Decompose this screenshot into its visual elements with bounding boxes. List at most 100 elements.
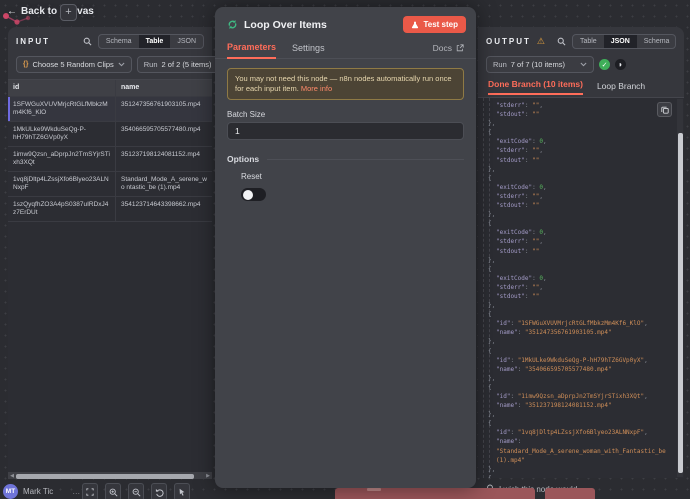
json-line: { <box>478 419 675 428</box>
table-row[interactable]: 1imw9Qzsn_aDprpJn2TmSYjrSTixh3XQt3512371… <box>8 147 212 172</box>
back-to-canvas-label: Back to canvas <box>21 6 94 17</box>
cell-name: 354123714643398662.mp4 <box>116 197 212 221</box>
json-line: }, <box>478 337 675 346</box>
success-check-icon: ✓ <box>599 59 610 70</box>
back-arrow-icon: ← <box>7 6 17 17</box>
output-panel: OUTPUT ⚠ TableJSONSchema Run 7 of 7 (10 … <box>478 27 684 478</box>
loop-icon <box>227 19 238 30</box>
table-row[interactable]: 1szQyqfhZO3A4pS0387uIRDxJ4z7ErDUt3541237… <box>8 197 212 222</box>
json-line: { <box>478 474 675 478</box>
json-line: "stdout": "" <box>478 156 675 165</box>
tab-parameters[interactable]: Parameters <box>227 42 276 59</box>
zoom-out-button[interactable] <box>128 483 144 499</box>
scroll-right-arrow-icon[interactable]: ▶ <box>204 472 212 480</box>
undo-button[interactable] <box>151 483 167 499</box>
table-row[interactable]: 1vq8jDltp4LZssjXfo6Blyeo23ALNNxpFStandar… <box>8 172 212 197</box>
search-icon[interactable] <box>83 37 92 46</box>
json-line: "id": "1vq8jDltp4LZssjXfo6Blyeo23ALNNxpF… <box>478 428 675 437</box>
output-run-selector[interactable]: Run 7 of 7 (10 items) <box>486 56 594 73</box>
scroll-left-arrow-icon[interactable]: ◀ <box>8 472 16 480</box>
fit-view-button[interactable] <box>82 483 98 499</box>
node-title: Loop Over Items <box>244 19 327 31</box>
search-icon[interactable] <box>557 37 566 46</box>
test-step-label: Test step <box>423 20 458 29</box>
json-code: "stderr": "","stdout": ""},{"exitCode": … <box>478 101 675 478</box>
json-line: { <box>478 265 675 274</box>
output-json-view: "stderr": "","stdout": ""},{"exitCode": … <box>478 97 684 478</box>
docs-link[interactable]: Docs <box>433 43 464 58</box>
batch-size-input[interactable]: 1 <box>227 122 464 140</box>
docs-label: Docs <box>433 43 452 53</box>
more-info-link[interactable]: More info <box>301 84 332 93</box>
column-header-id[interactable]: id <box>8 80 116 96</box>
branch-tab[interactable]: Done Branch (10 items) <box>488 79 583 95</box>
table-row[interactable]: 1SFWGuXVUVMrjcRtGLfMbkzMm4Kf6_KlO3512473… <box>8 97 212 122</box>
output-view-switcher: TableJSONSchema <box>572 34 676 49</box>
cell-id: 1SFWGuXVUVMrjcRtGLfMbkzMm4Kf6_KlO <box>8 97 116 121</box>
table-row[interactable]: 1MkULke9WkduSeQg-P-hH79hTZ6GVp0yX3540665… <box>8 122 212 147</box>
pointer-icon <box>178 488 186 496</box>
warning-icon: ⚠ <box>537 37 545 46</box>
json-line: "stdout": "" <box>478 247 675 256</box>
view-tab-schema[interactable]: Schema <box>637 35 676 48</box>
json-line: }, <box>478 256 675 265</box>
column-header-name[interactable]: name <box>116 80 212 96</box>
fit-view-icon <box>86 488 94 496</box>
output-vertical-scrollbar[interactable] <box>677 99 683 477</box>
cell-name: Standard_Mode_A_serene_wo ntastic_be (1)… <box>116 172 212 196</box>
input-node-selector-value: Choose 5 Random Clips <box>32 60 113 69</box>
zoom-in-button[interactable] <box>105 483 121 499</box>
json-line: }, <box>478 119 675 128</box>
json-line: { <box>478 128 675 137</box>
json-line: "name": "351237198124081152.mp4" <box>478 401 675 410</box>
json-line: "id": "1SFWGuXVUVMrjcRtGLfMbkzMm4Kf6_KlO… <box>478 319 675 328</box>
json-line: "stderr": "", <box>478 101 675 110</box>
json-line: }, <box>478 165 675 174</box>
back-to-canvas-button[interactable]: ← Back to canvas <box>7 6 94 17</box>
canvas-toolbar <box>82 483 190 499</box>
json-line: }, <box>478 374 675 383</box>
input-title: INPUT <box>16 37 50 46</box>
input-run-value: 2 of 2 (5 items) <box>162 60 212 69</box>
options-label: Options <box>227 154 259 164</box>
pointer-button[interactable] <box>174 483 190 499</box>
user-name: Mark Tic <box>23 487 53 496</box>
reset-label: Reset <box>241 172 464 181</box>
json-line: "exitCode": 0, <box>478 183 675 192</box>
test-step-button[interactable]: Test step <box>403 16 466 33</box>
cell-id: 1vq8jDltp4LZssjXfo6Blyeo23ALNNxpF <box>8 172 116 196</box>
json-line: "stdout": "" <box>478 292 675 301</box>
add-node-button[interactable]: + <box>60 4 77 21</box>
view-tab-schema[interactable]: Schema <box>99 35 139 48</box>
view-tab-table[interactable]: Table <box>139 35 171 48</box>
input-run-selector[interactable]: Run 2 of 2 (5 items) <box>137 56 223 73</box>
view-tab-json[interactable]: JSON <box>604 35 637 48</box>
tab-settings[interactable]: Settings <box>292 43 325 58</box>
json-line: { <box>478 383 675 392</box>
json-line: "exitCode": 0, <box>478 274 675 283</box>
json-line: "exitCode": 0, <box>478 137 675 146</box>
input-horizontal-scrollbar[interactable]: ◀ ▶ <box>8 471 212 479</box>
json-line: "name": "Standard_Mode_A_serene_woman_wi… <box>478 437 675 464</box>
copy-output-button[interactable] <box>657 102 672 117</box>
cell-name: 351237198124081152.mp4 <box>116 147 212 171</box>
cell-name: 351247356761903105.mp4 <box>116 97 212 121</box>
json-line: "stdout": "" <box>478 201 675 210</box>
json-line: }, <box>478 210 675 219</box>
view-tab-table[interactable]: Table <box>573 35 604 48</box>
json-line: "id": "1MkULke9WkduSeQg-P-hH79hTZ6GVp0yX… <box>478 356 675 365</box>
cell-name: 354066595705577480.mp4 <box>116 122 212 146</box>
input-node-selector[interactable]: {} Choose 5 Random Clips <box>16 56 132 73</box>
json-line: "name": "354066595705577480.mp4" <box>478 365 675 374</box>
json-line: }, <box>478 410 675 419</box>
branch-tab-bar: Done Branch (10 items) Loop Branch <box>478 75 684 95</box>
user-avatar[interactable]: MT <box>3 484 18 499</box>
chevron-down-icon <box>118 62 125 67</box>
view-tab-json[interactable]: JSON <box>170 35 203 48</box>
zoom-out-icon <box>132 488 141 497</box>
reset-toggle[interactable] <box>241 188 266 201</box>
user-menu-ellipsis[interactable]: … <box>72 487 80 496</box>
output-title: OUTPUT <box>486 37 531 46</box>
branch-tab[interactable]: Loop Branch <box>597 81 645 95</box>
json-line: "stdout": "" <box>478 110 675 119</box>
